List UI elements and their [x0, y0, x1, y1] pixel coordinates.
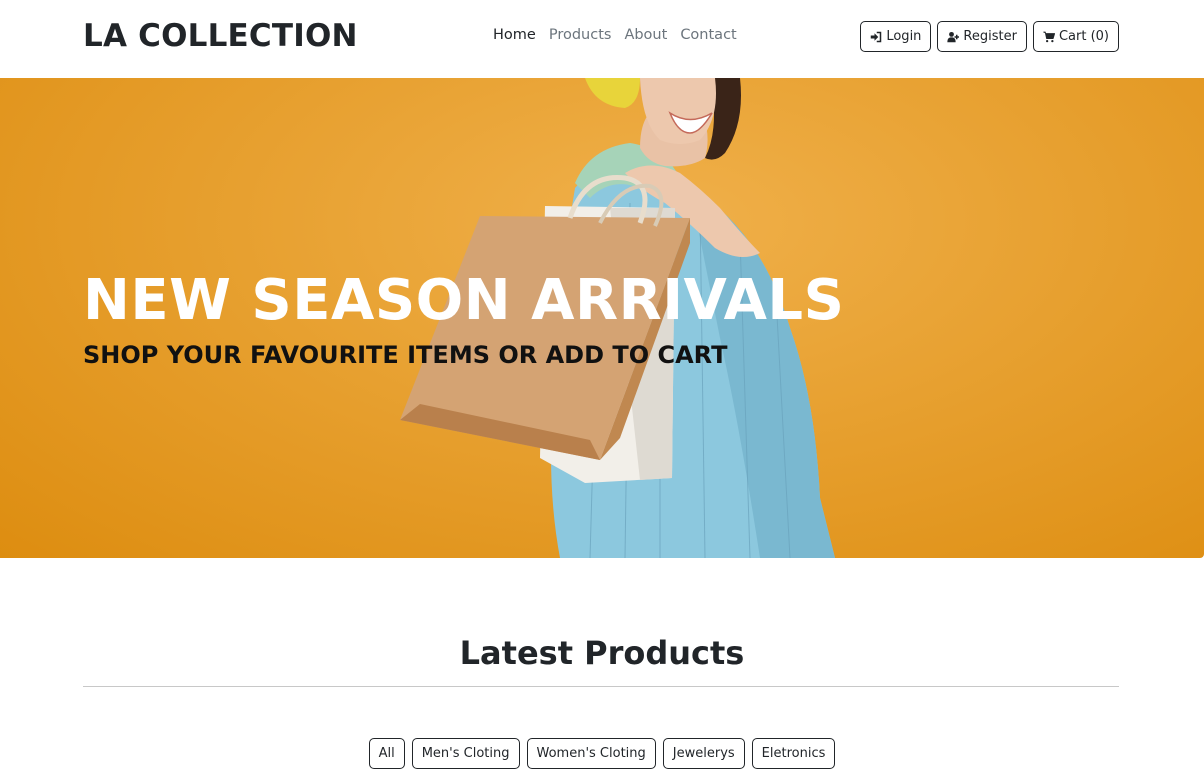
hero-title: NEW SEASON ARRIVALS: [83, 268, 845, 333]
filter-all-button[interactable]: All: [368, 738, 405, 769]
hero-subtitle: SHOP YOUR FAVOURITE ITEMS OR ADD TO CART: [83, 341, 728, 369]
sign-in-icon: [871, 31, 882, 42]
login-label: Login: [886, 29, 922, 44]
hero-banner: NEW SEASON ARRIVALS SHOP YOUR FAVOURITE …: [0, 78, 1204, 558]
filter-mens-clothing-button[interactable]: Men's Cloting: [411, 738, 520, 769]
nav-link-home[interactable]: Home: [493, 27, 536, 43]
latest-products-title: Latest Products: [459, 634, 745, 672]
nav-link-products[interactable]: Products: [549, 27, 612, 43]
user-plus-icon: [947, 31, 960, 42]
filter-electronics-button[interactable]: Eletronics: [751, 738, 836, 769]
brand-logo[interactable]: LA COLLECTION: [83, 18, 358, 54]
register-button[interactable]: Register: [937, 21, 1027, 52]
cart-label: Cart (0): [1058, 29, 1109, 44]
login-button[interactable]: Login: [860, 21, 932, 52]
shopping-cart-icon: [1043, 31, 1055, 42]
category-filters: All Men's Cloting Women's Cloting Jewele…: [0, 738, 1204, 769]
main-nav: Home Products About Contact: [493, 27, 737, 43]
nav-buttons: Login Register Cart (0): [860, 21, 1119, 52]
filter-jewelery-button[interactable]: Jewelerys: [662, 738, 745, 769]
filter-womens-clothing-button[interactable]: Women's Cloting: [526, 738, 656, 769]
nav-link-about[interactable]: About: [624, 27, 667, 43]
navbar: LA COLLECTION Home Products About Contac…: [0, 0, 1204, 78]
section-divider: [83, 686, 1119, 687]
nav-link-contact[interactable]: Contact: [680, 27, 736, 43]
register-label: Register: [963, 29, 1017, 44]
cart-button[interactable]: Cart (0): [1032, 21, 1119, 52]
